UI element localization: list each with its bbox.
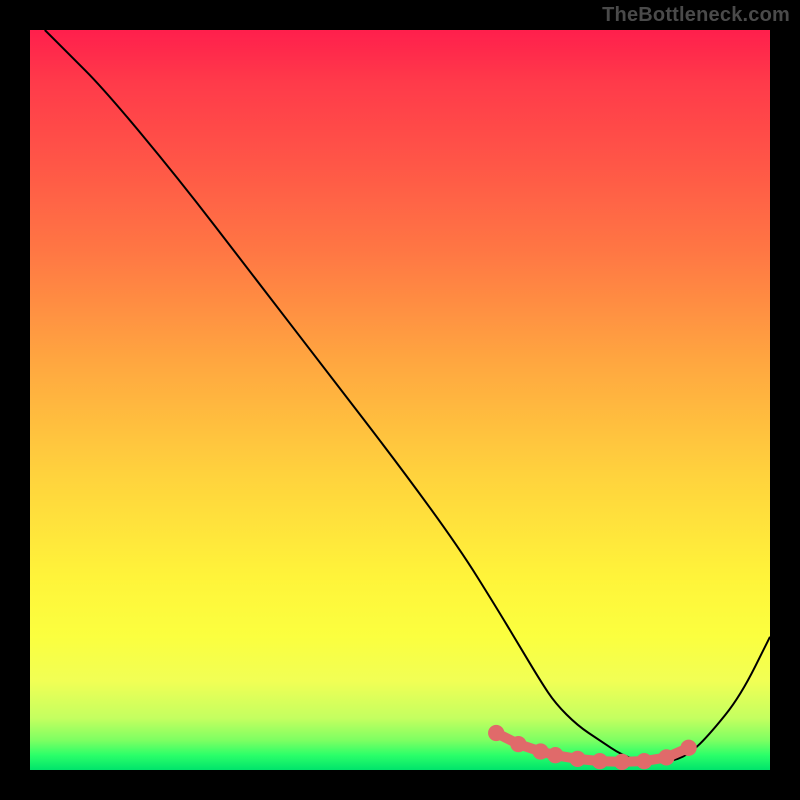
chart-svg [30,30,770,770]
bottleneck-curve [45,30,770,763]
highlight-point [592,753,608,769]
watermark-text: TheBottleneck.com [602,4,790,27]
highlight-point [569,751,585,767]
highlight-point [614,754,630,770]
highlight-point [658,749,674,765]
highlight-point [510,736,526,752]
highlight-point [547,747,563,763]
highlight-point [488,725,504,741]
highlight-point [680,740,696,756]
highlight-point [532,743,548,759]
highlight-point [636,753,652,769]
